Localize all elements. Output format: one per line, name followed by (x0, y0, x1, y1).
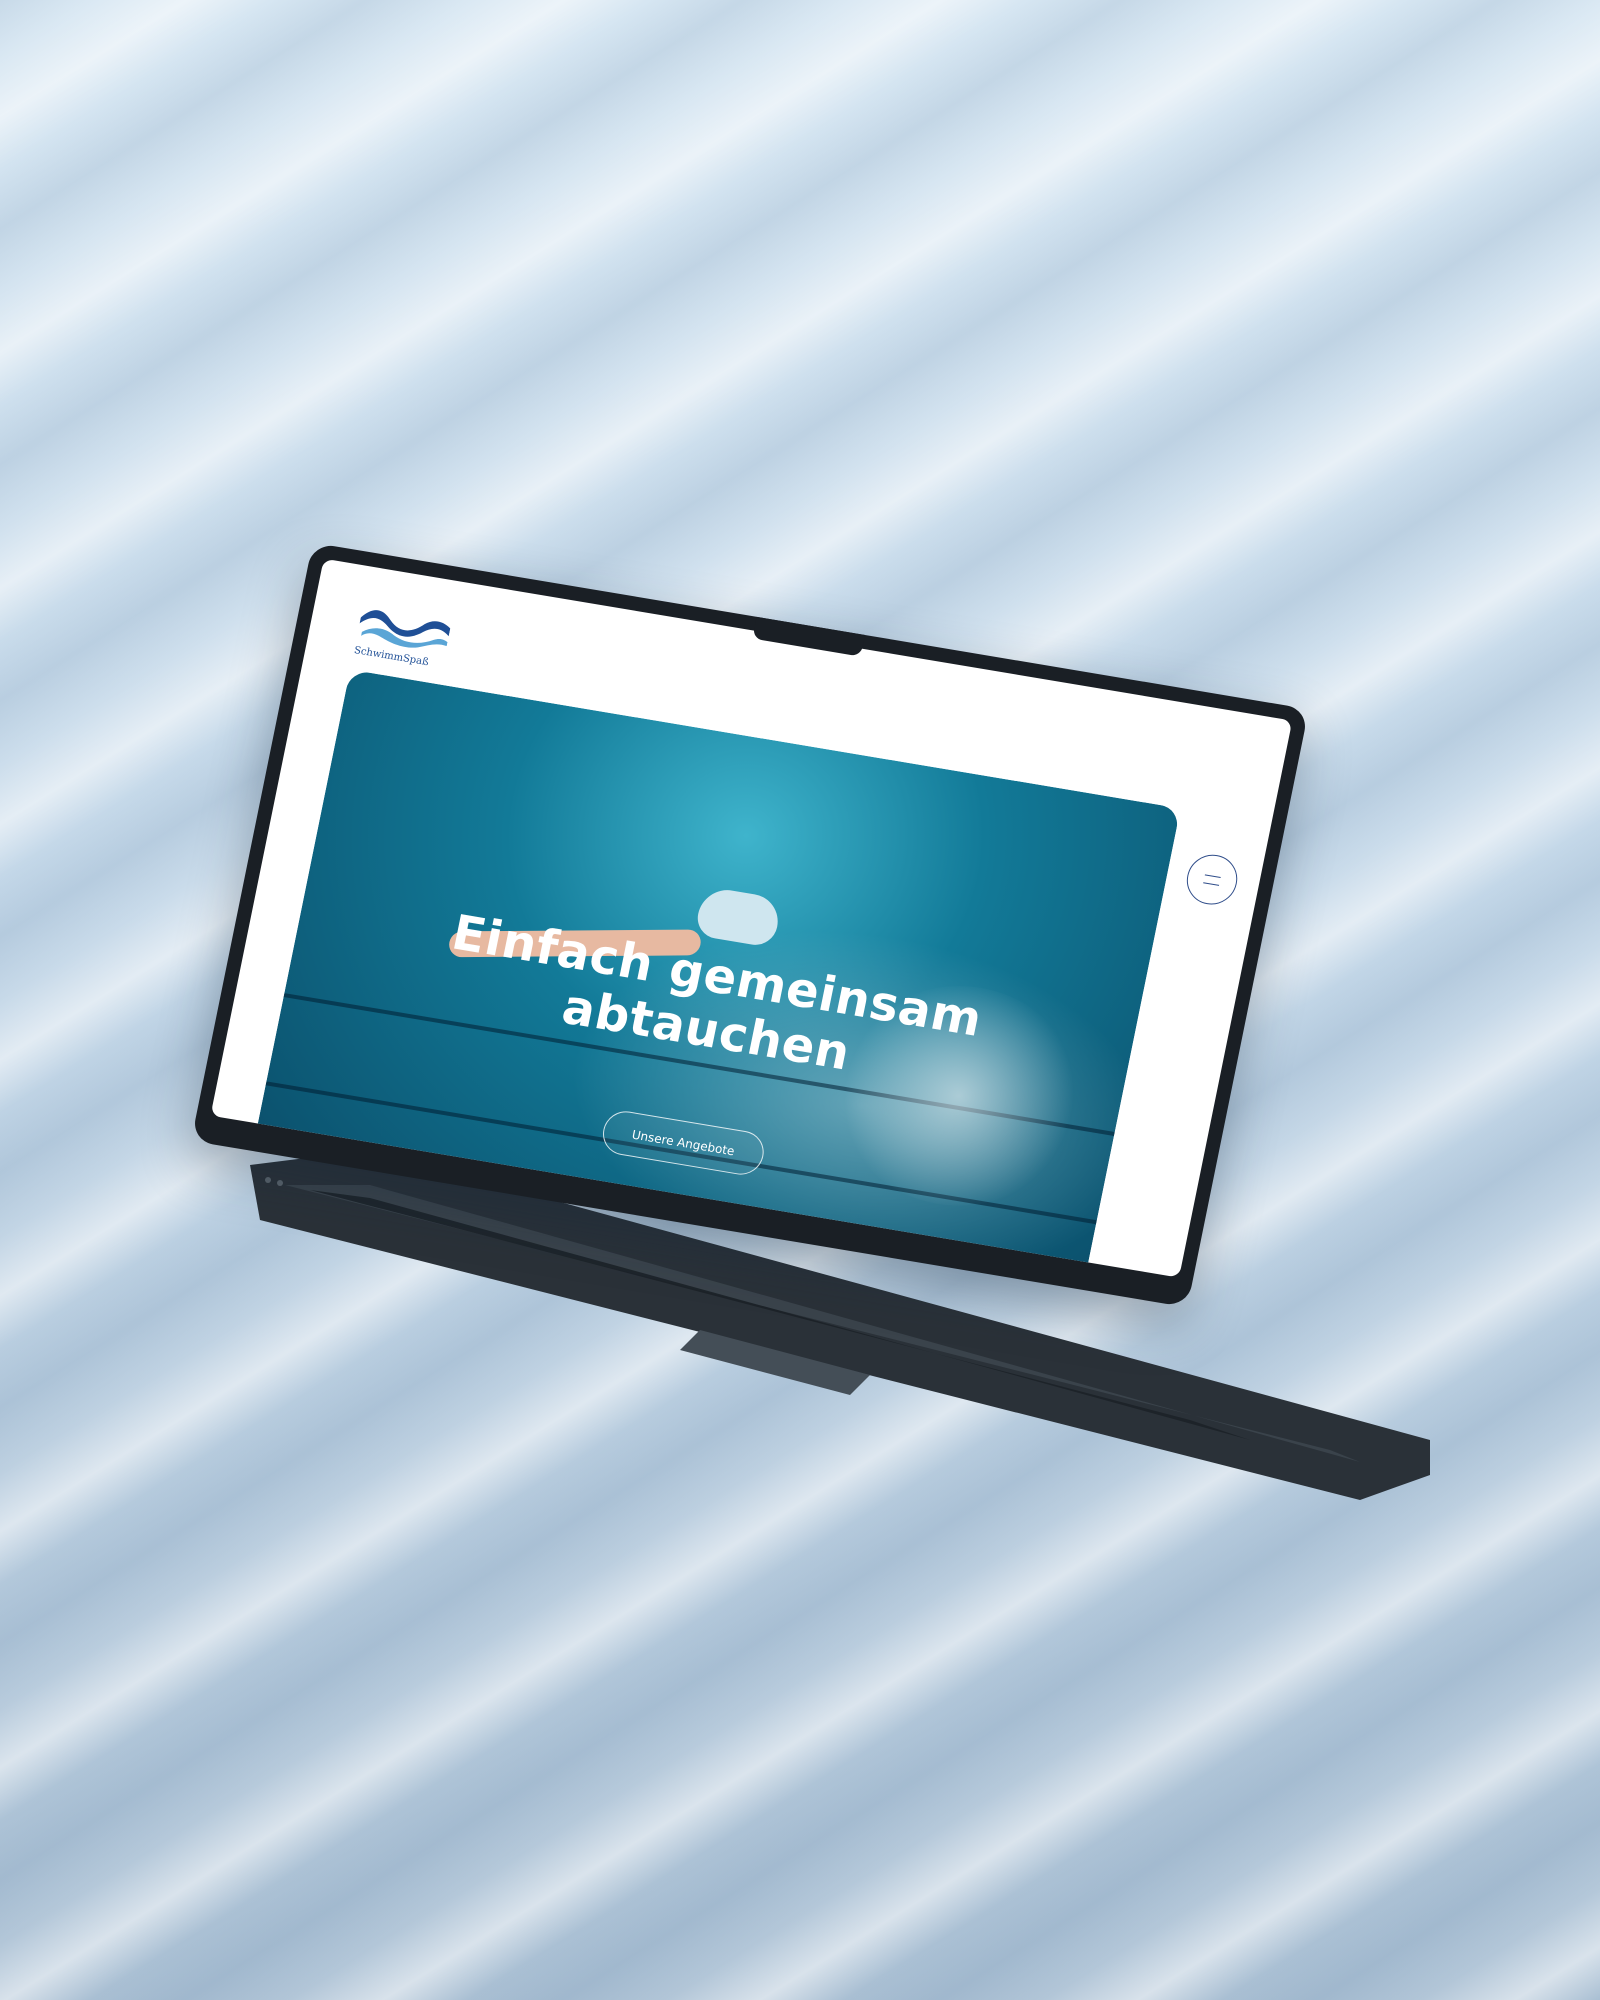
swimmer-image (693, 885, 783, 949)
laptop-mockup: SchwimmSpaß Einfach gemeinsam abtauchen … (0, 0, 1600, 2000)
offers-button[interactable]: Unsere Angebote (599, 1108, 768, 1178)
hamburger-menu-icon (1203, 873, 1221, 886)
menu-button[interactable] (1182, 850, 1242, 909)
browser-viewport: SchwimmSpaß Einfach gemeinsam abtauchen … (210, 558, 1293, 1278)
